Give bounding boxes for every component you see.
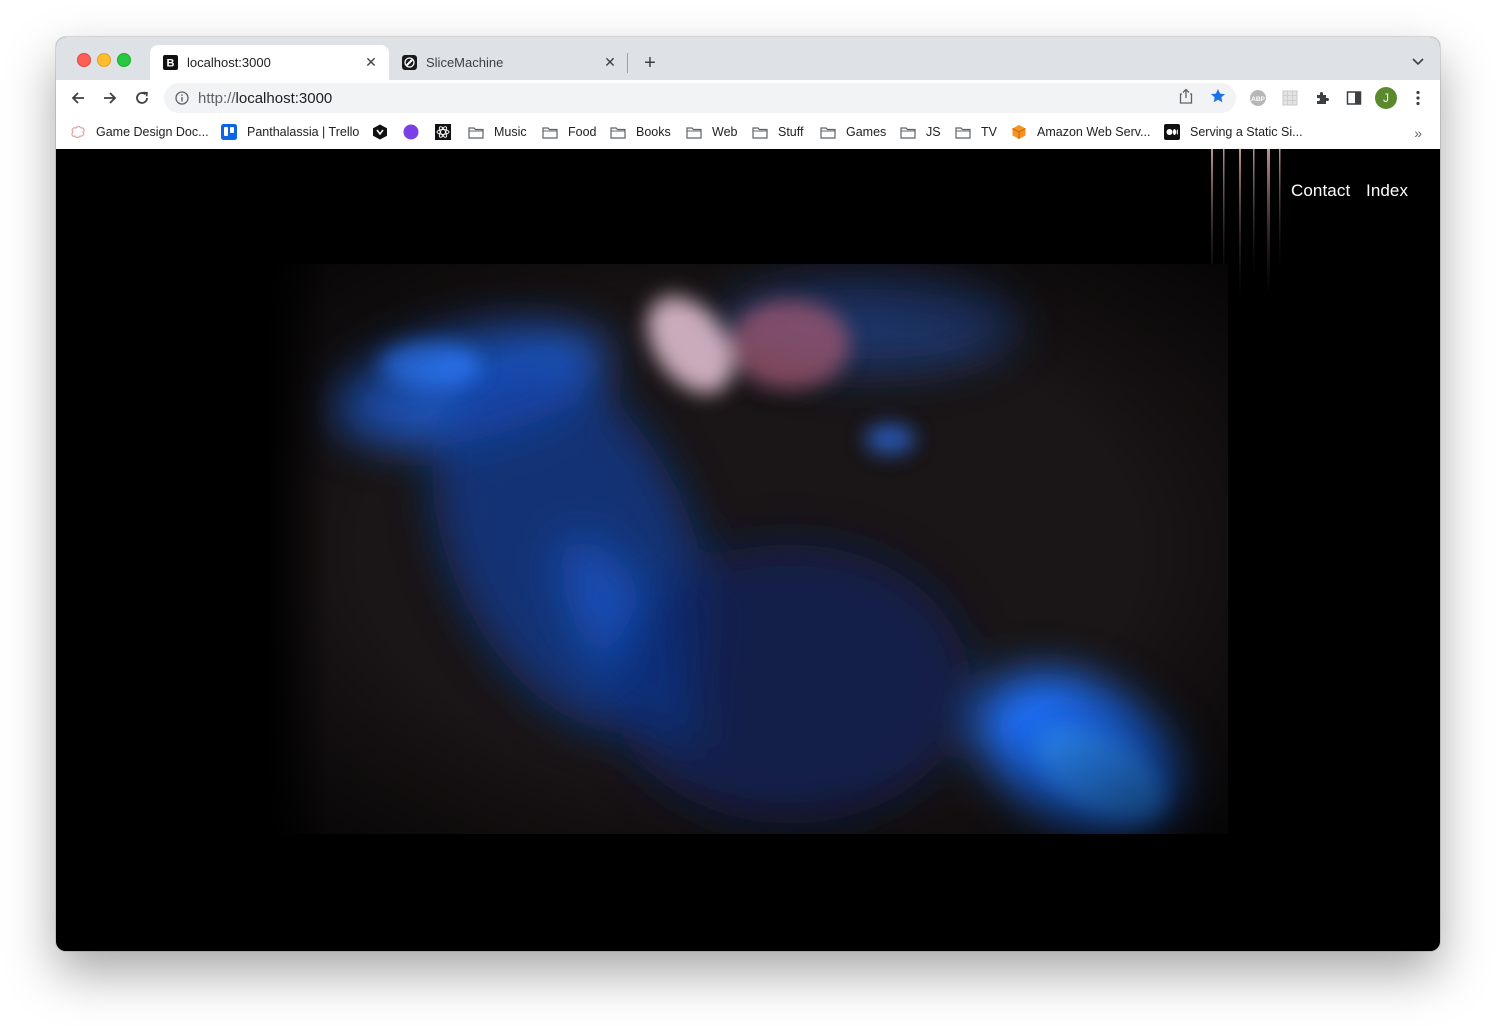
hexagon-logo-icon <box>372 124 388 140</box>
aws-cube-icon <box>1011 124 1027 140</box>
svg-text:B: B <box>166 58 174 70</box>
grid-extension-icon[interactable] <box>1281 89 1299 107</box>
svg-text:ABP: ABP <box>1251 96 1265 103</box>
maximize-window-button[interactable] <box>117 53 131 67</box>
share-icon[interactable] <box>1177 87 1195 105</box>
bookmark-label: TV <box>981 125 997 139</box>
tab-title: SliceMachine <box>426 55 504 70</box>
bookmark-label: Games <box>846 125 887 139</box>
bookmark-game-design-doc[interactable]: Game Design Doc... <box>70 122 209 142</box>
folder-icon <box>686 124 702 140</box>
bookmark-folder-web[interactable]: Web <box>686 122 737 142</box>
tab-strip: B localhost:3000 ✕ SliceMachine ✕ + <box>56 37 1440 80</box>
bookmark-label: JS <box>926 125 941 139</box>
close-tab-icon[interactable]: ✕ <box>363 54 379 71</box>
bookmark-hexagon[interactable] <box>372 122 388 142</box>
bookmark-folder-stuff[interactable]: Stuff <box>752 122 803 142</box>
purple-circle-icon <box>403 124 419 140</box>
reload-icon[interactable] <box>131 87 153 109</box>
trello-icon <box>221 124 237 140</box>
side-panel-icon[interactable] <box>1345 89 1363 107</box>
more-bookmarks-chevron-icon[interactable]: » <box>1414 125 1422 141</box>
bookmark-label: Panthalassia | Trello <box>247 125 360 139</box>
url-host: localhost:3000 <box>235 89 333 107</box>
bookmark-serving-static-site[interactable]: Serving a Static Si... <box>1164 122 1303 142</box>
nav-index-link[interactable]: Index <box>1366 181 1408 201</box>
folder-icon <box>542 124 558 140</box>
bookmark-label: Serving a Static Si... <box>1190 125 1303 139</box>
b-logo-icon: B <box>162 55 178 71</box>
bookmark-label: Web <box>712 125 738 139</box>
bookmark-folder-books[interactable]: Books <box>610 122 671 142</box>
bookmark-label: Books <box>636 125 671 139</box>
close-tab-icon[interactable]: ✕ <box>602 54 618 71</box>
address-bar[interactable]: http://localhost:3000 <box>164 83 1236 113</box>
url-text: http://localhost:3000 <box>198 90 332 107</box>
bookmark-label: Stuff <box>778 125 804 139</box>
bookmark-folder-js[interactable]: JS <box>900 122 941 142</box>
forward-arrow-icon[interactable] <box>99 87 121 109</box>
folder-icon <box>468 124 484 140</box>
bookmark-folder-games[interactable]: Games <box>820 122 886 142</box>
bookmark-label: Food <box>568 125 597 139</box>
bookmark-label: Game Design Doc... <box>96 125 209 139</box>
back-arrow-icon[interactable] <box>67 87 89 109</box>
close-window-button[interactable] <box>77 53 91 67</box>
adblock-extension-icon[interactable]: ABP <box>1249 89 1267 107</box>
tab-localhost[interactable]: B localhost:3000 ✕ <box>150 45 389 80</box>
more-options-icon[interactable] <box>1409 89 1427 107</box>
info-icon[interactable] <box>174 90 190 106</box>
tab-title: localhost:3000 <box>187 55 271 70</box>
bookmark-folder-food[interactable]: Food <box>542 122 597 142</box>
hero-artwork <box>270 264 1228 834</box>
bookmark-label: Amazon Web Serv... <box>1037 125 1151 139</box>
browser-window: B localhost:3000 ✕ SliceMachine ✕ + http… <box>56 37 1440 951</box>
folder-icon <box>955 124 971 140</box>
medium-icon <box>1164 124 1180 140</box>
browser-toolbar: http://localhost:3000 ABP J <box>56 80 1440 116</box>
folder-icon <box>900 124 916 140</box>
chevron-down-icon[interactable] <box>1410 54 1426 70</box>
folder-icon <box>820 124 836 140</box>
tab-separator <box>627 53 628 73</box>
folder-icon <box>610 124 626 140</box>
nav-contact-link[interactable]: Contact <box>1291 181 1350 201</box>
tab-slicemachine[interactable]: SliceMachine ✕ <box>389 45 628 80</box>
bookmark-purple-circle[interactable] <box>403 122 419 142</box>
atom-icon <box>435 124 451 140</box>
profile-avatar[interactable]: J <box>1375 87 1397 109</box>
url-scheme: http:// <box>198 89 236 107</box>
minimize-window-button[interactable] <box>97 53 111 67</box>
slicemachine-icon <box>401 55 417 71</box>
hero-blurred-image <box>270 264 1228 834</box>
bookmark-folder-tv[interactable]: TV <box>955 122 997 142</box>
new-tab-button[interactable]: + <box>639 52 661 74</box>
bookmark-label: Music <box>494 125 527 139</box>
star-bookmark-icon[interactable] <box>1209 87 1227 105</box>
puzzle-extensions-icon[interactable] <box>1313 89 1331 107</box>
bookmark-atom[interactable] <box>435 122 451 142</box>
bookmark-aws[interactable]: Amazon Web Serv... <box>1011 122 1150 142</box>
bookmarks-bar: Game Design Doc... Panthalassia | Trello <box>56 116 1440 150</box>
bookmark-trello[interactable]: Panthalassia | Trello <box>221 122 359 142</box>
bookmark-folder-music[interactable]: Music <box>468 122 527 142</box>
brain-icon <box>70 124 86 140</box>
page-content: Contact Index <box>56 149 1440 951</box>
folder-icon <box>752 124 768 140</box>
